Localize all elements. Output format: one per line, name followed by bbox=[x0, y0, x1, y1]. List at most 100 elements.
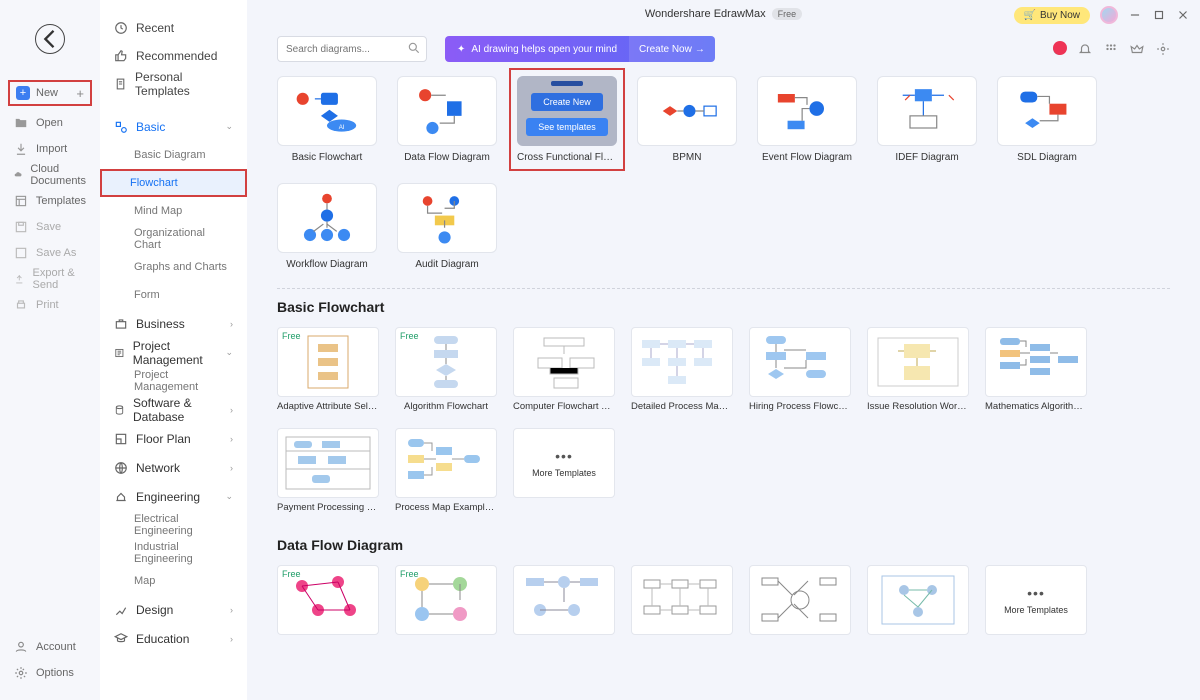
settings-icon[interactable] bbox=[1156, 42, 1170, 56]
see-templates-button[interactable]: See templates bbox=[526, 118, 608, 136]
side-basic-diagram[interactable]: Basic Diagram bbox=[100, 141, 247, 169]
side-map[interactable]: Map bbox=[100, 567, 247, 595]
tpl-item[interactable]: Computer Flowchart Temp... bbox=[513, 327, 615, 412]
card-cross-functional[interactable]: Create NewSee templatesCross Functional … bbox=[517, 76, 617, 163]
side-recommended[interactable]: Recommended bbox=[100, 42, 247, 70]
tpl-grid-basic: FreeAdaptive Attribute Selectio... FreeA… bbox=[247, 319, 1200, 527]
side-mindmap[interactable]: Mind Map bbox=[100, 197, 247, 225]
side-flowchart[interactable]: Flowchart bbox=[100, 169, 247, 197]
rail-account[interactable]: Account bbox=[8, 634, 92, 660]
tpl-item[interactable] bbox=[749, 565, 851, 639]
card-bpmn[interactable]: BPMN bbox=[637, 76, 737, 163]
network-icon bbox=[114, 461, 128, 475]
rail-saveas[interactable]: Save As bbox=[8, 240, 92, 266]
rail-cloud[interactable]: Cloud Documents bbox=[8, 162, 92, 188]
tpl-more[interactable]: •••More Templates bbox=[985, 565, 1087, 639]
tpl-item[interactable]: Payment Processing Workf... bbox=[277, 428, 379, 513]
sparkle-icon: ✦ bbox=[457, 44, 465, 55]
cloud-icon bbox=[14, 168, 22, 182]
card-workflow[interactable]: Workflow Diagram bbox=[277, 183, 377, 270]
rail-open[interactable]: Open bbox=[8, 110, 92, 136]
side-design[interactable]: Design› bbox=[100, 595, 247, 624]
clock-icon bbox=[114, 21, 128, 35]
back-button[interactable] bbox=[35, 24, 65, 54]
help-icon[interactable] bbox=[1052, 42, 1066, 56]
side-pm[interactable]: Project Management⌄ bbox=[100, 338, 247, 367]
rail-save[interactable]: Save bbox=[8, 214, 92, 240]
side-ie[interactable]: Industrial Engineering bbox=[100, 539, 247, 567]
left-rail: +New + Open Import Cloud Documents Templ… bbox=[0, 0, 100, 700]
side-engineering[interactable]: Engineering⌄ bbox=[100, 482, 247, 511]
rail-import[interactable]: Import bbox=[8, 136, 92, 162]
svg-text:AI: AI bbox=[339, 125, 345, 131]
tpl-item[interactable]: Free bbox=[395, 565, 497, 639]
dots-icon: ••• bbox=[555, 448, 573, 464]
side-software[interactable]: Software & Database› bbox=[100, 395, 247, 424]
search-icon[interactable] bbox=[407, 41, 421, 55]
tpl-item[interactable]: Free bbox=[277, 565, 379, 639]
dots-icon: ••• bbox=[1027, 585, 1045, 601]
side-graphs[interactable]: Graphs and Charts bbox=[100, 253, 247, 281]
side-floorplan[interactable]: Floor Plan› bbox=[100, 424, 247, 453]
briefcase-icon bbox=[114, 317, 128, 331]
card-dfd[interactable]: Data Flow Diagram bbox=[397, 76, 497, 163]
basic-icon bbox=[114, 120, 128, 134]
tpl-item[interactable] bbox=[513, 565, 615, 639]
tpl-item[interactable]: Issue Resolution Workflow ... bbox=[867, 327, 969, 412]
avatar[interactable] bbox=[1100, 6, 1118, 24]
plus-icon: + bbox=[16, 86, 30, 100]
tpl-item[interactable] bbox=[867, 565, 969, 639]
crown-icon[interactable] bbox=[1130, 42, 1144, 56]
side-orgchart[interactable]: Organizational Chart bbox=[100, 225, 247, 253]
cart-icon: 🛒 bbox=[1024, 10, 1036, 21]
close-icon[interactable] bbox=[1176, 8, 1190, 22]
export-icon bbox=[14, 272, 25, 286]
create-new-button[interactable]: Create New bbox=[531, 93, 603, 111]
print-icon bbox=[14, 298, 28, 312]
eng-icon bbox=[114, 490, 128, 504]
diagram-types-grid: AIBasic Flowchart Data Flow Diagram Crea… bbox=[247, 70, 1200, 288]
card-basic-flowchart[interactable]: AIBasic Flowchart bbox=[277, 76, 377, 163]
tpl-item[interactable]: Detailed Process Map Tem... bbox=[631, 327, 733, 412]
rail-print[interactable]: Print bbox=[8, 292, 92, 318]
apps-icon[interactable] bbox=[1104, 42, 1118, 56]
tpl-item[interactable] bbox=[631, 565, 733, 639]
chevron-down-icon: ⌄ bbox=[225, 121, 233, 132]
rail-options[interactable]: Options bbox=[8, 660, 92, 686]
card-idef[interactable]: IDEF Diagram bbox=[877, 76, 977, 163]
save-icon bbox=[14, 220, 28, 234]
side-network[interactable]: Network› bbox=[100, 453, 247, 482]
side-personal[interactable]: Personal Templates bbox=[100, 70, 247, 98]
minimize-icon[interactable] bbox=[1128, 8, 1142, 22]
side-pm-sub[interactable]: Project Management bbox=[100, 367, 247, 395]
side-ee[interactable]: Electrical Engineering bbox=[100, 511, 247, 539]
side-education[interactable]: Education› bbox=[100, 624, 247, 653]
search-input[interactable] bbox=[277, 36, 427, 62]
toolbar: ✦AI drawing helps open your mind Create … bbox=[247, 28, 1200, 70]
side-business[interactable]: Business› bbox=[100, 309, 247, 338]
titlebar: Wondershare EdrawMax Free 🛒Buy Now bbox=[247, 0, 1200, 28]
ai-banner[interactable]: ✦AI drawing helps open your mind Create … bbox=[445, 36, 715, 62]
card-audit[interactable]: Audit Diagram bbox=[397, 183, 497, 270]
rail-export[interactable]: Export & Send bbox=[8, 266, 92, 292]
tpl-more[interactable]: •••More Templates bbox=[513, 428, 615, 513]
maximize-icon[interactable] bbox=[1152, 8, 1166, 22]
tpl-item[interactable]: FreeAdaptive Attribute Selectio... bbox=[277, 327, 379, 412]
card-event-flow[interactable]: Event Flow Diagram bbox=[757, 76, 857, 163]
tpl-item[interactable]: FreeAlgorithm Flowchart bbox=[395, 327, 497, 412]
bell-icon[interactable] bbox=[1078, 42, 1092, 56]
tpl-item[interactable]: Hiring Process Flowchart bbox=[749, 327, 851, 412]
side-form[interactable]: Form bbox=[100, 281, 247, 309]
side-recent[interactable]: Recent bbox=[100, 14, 247, 42]
ai-create-button[interactable]: Create Now→ bbox=[629, 36, 715, 62]
category-sidebar: Recent Recommended Personal Templates Ba… bbox=[100, 0, 247, 700]
side-basic[interactable]: Basic⌄ bbox=[100, 112, 247, 141]
folder-icon bbox=[14, 116, 28, 130]
buy-button[interactable]: 🛒Buy Now bbox=[1014, 7, 1090, 24]
saveas-icon bbox=[14, 246, 28, 260]
card-sdl[interactable]: SDL Diagram bbox=[997, 76, 1097, 163]
rail-new[interactable]: +New + bbox=[8, 80, 92, 106]
rail-templates[interactable]: Templates bbox=[8, 188, 92, 214]
tpl-item[interactable]: Process Map Examples Te... bbox=[395, 428, 497, 513]
tpl-item[interactable]: Mathematics Algorithm Fl... bbox=[985, 327, 1087, 412]
